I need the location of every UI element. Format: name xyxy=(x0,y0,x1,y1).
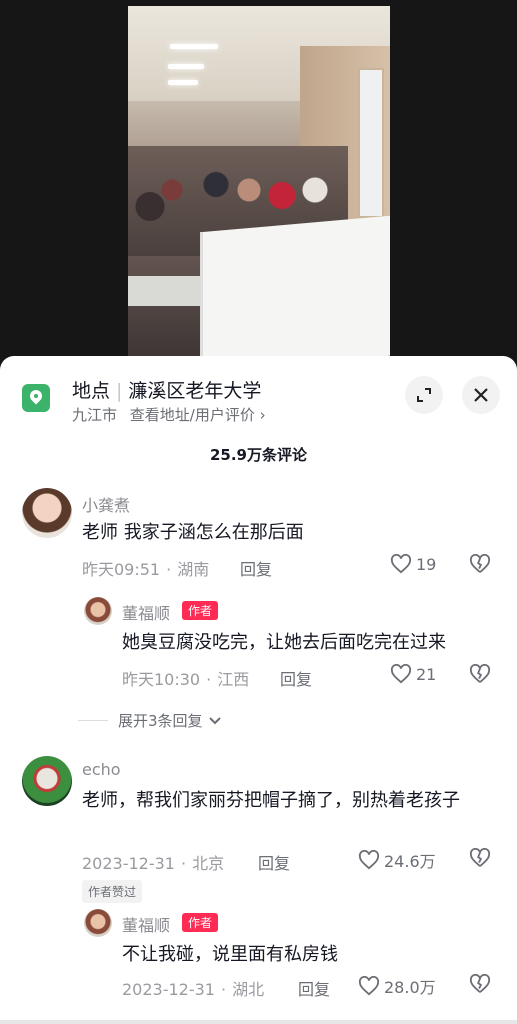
reply-username[interactable]: 董福顺 xyxy=(122,600,170,624)
reply-time: 昨天10:30 xyxy=(122,670,201,689)
meta-separator: · xyxy=(180,854,187,873)
broken-heart-icon xyxy=(469,847,491,867)
location-link[interactable]: 查看地址/用户评价 xyxy=(130,406,255,424)
reply-region: 湖北 xyxy=(232,980,265,999)
like-count: 24.6万 xyxy=(384,852,436,871)
comment-sheet: 地点 | 濂溪区老年大学 九江市 查看地址/用户评价 › 25.9万条评论 小龚煮 … xyxy=(0,356,517,1024)
video-window xyxy=(358,68,384,218)
ceiling-light xyxy=(168,80,198,85)
author-badge: 作者 xyxy=(182,601,219,620)
dislike-button[interactable] xyxy=(469,663,491,688)
expand-icon xyxy=(417,388,431,402)
expand-button[interactable] xyxy=(405,376,443,414)
comment-time: 昨天09:51 xyxy=(82,560,161,579)
location-subtitle[interactable]: 九江市 查看地址/用户评价 › xyxy=(72,404,266,425)
location-separator: | xyxy=(116,380,123,402)
comment-text: 老师 我家子涵怎么在那后面 xyxy=(82,522,304,543)
comment-username[interactable]: 小龚煮 xyxy=(82,492,130,516)
reply-text: 不让我碰，说里面有私房钱 xyxy=(122,944,338,965)
like-button[interactable]: 24.6万 xyxy=(358,848,436,872)
video-whiteboard xyxy=(200,215,390,358)
location-label: 地点 xyxy=(72,380,111,402)
location-city: 九江市 xyxy=(72,406,118,424)
comment-meta: 昨天09:51 · 湖南 xyxy=(82,556,209,580)
location-name: 濂溪区老年大学 xyxy=(128,380,262,402)
chevron-right-icon: › xyxy=(259,406,266,424)
like-count: 28.0万 xyxy=(384,978,436,997)
comment-region: 北京 xyxy=(192,854,225,873)
expand-replies-label: 展开3条回复 xyxy=(118,712,203,730)
author-badge: 作者 xyxy=(182,913,219,932)
video-desk xyxy=(128,276,208,306)
reply-button[interactable]: 回复 xyxy=(258,850,290,874)
video-player[interactable] xyxy=(128,6,390,358)
reply-region: 江西 xyxy=(217,670,250,689)
expand-replies-button[interactable]: 展开3条回复 xyxy=(78,710,223,731)
reply-button[interactable]: 回复 xyxy=(280,666,312,690)
reply-button[interactable]: 回复 xyxy=(298,976,330,1000)
comments-count: 25.9万条评论 xyxy=(209,446,307,464)
reply-meta: 2023-12-31 · 湖北 xyxy=(122,976,264,1000)
location-pin-icon xyxy=(22,384,50,412)
heart-icon xyxy=(390,664,412,684)
comment-time: 2023-12-31 xyxy=(82,854,175,873)
dislike-button[interactable] xyxy=(469,973,491,998)
broken-heart-icon xyxy=(469,973,491,993)
dislike-button[interactable] xyxy=(469,553,491,578)
comment-username[interactable]: echo xyxy=(82,760,121,779)
comment-meta: 2023-12-31 · 北京 xyxy=(82,850,224,874)
heart-icon xyxy=(358,976,380,996)
location-title: 地点 | 濂溪区老年大学 xyxy=(72,376,261,403)
reply-time: 2023-12-31 xyxy=(122,980,215,999)
meta-separator: · xyxy=(206,670,212,689)
like-count: 21 xyxy=(416,664,437,684)
location-header[interactable]: 地点 | 濂溪区老年大学 九江市 查看地址/用户评价 › xyxy=(0,356,517,436)
broken-heart-icon xyxy=(469,663,491,683)
avatar[interactable] xyxy=(84,597,112,625)
dislike-button[interactable] xyxy=(469,847,491,872)
ceiling-light xyxy=(170,44,218,49)
close-button[interactable] xyxy=(462,376,500,414)
avatar[interactable] xyxy=(22,756,72,806)
comment-region: 湖南 xyxy=(177,560,210,579)
reply-text: 她臭豆腐没吃完，让她去后面吃完在过来 xyxy=(122,632,446,653)
chevron-down-icon xyxy=(208,716,221,724)
avatar[interactable] xyxy=(22,488,72,538)
reply-username[interactable]: 董福顺 xyxy=(122,912,170,936)
author-liked-badge: 作者赞过 xyxy=(82,880,143,903)
comment-text: 老师，帮我们家丽芬把帽子摘了，别热着老孩子 xyxy=(82,790,460,811)
ceiling-light xyxy=(168,64,204,69)
like-button[interactable]: 28.0万 xyxy=(358,974,436,998)
bottom-divider xyxy=(0,1020,517,1024)
broken-heart-icon xyxy=(469,553,491,573)
divider-line xyxy=(78,720,108,721)
like-button[interactable]: 19 xyxy=(390,554,436,574)
reply-button[interactable]: 回复 xyxy=(240,556,272,580)
heart-icon xyxy=(390,554,412,574)
meta-separator: · xyxy=(220,980,227,999)
meta-separator: · xyxy=(166,560,172,579)
close-icon xyxy=(474,388,488,402)
avatar[interactable] xyxy=(84,909,112,937)
heart-icon xyxy=(358,850,380,870)
reply-meta: 昨天10:30 · 江西 xyxy=(122,666,249,690)
like-button[interactable]: 21 xyxy=(390,664,436,684)
like-count: 19 xyxy=(416,554,437,574)
